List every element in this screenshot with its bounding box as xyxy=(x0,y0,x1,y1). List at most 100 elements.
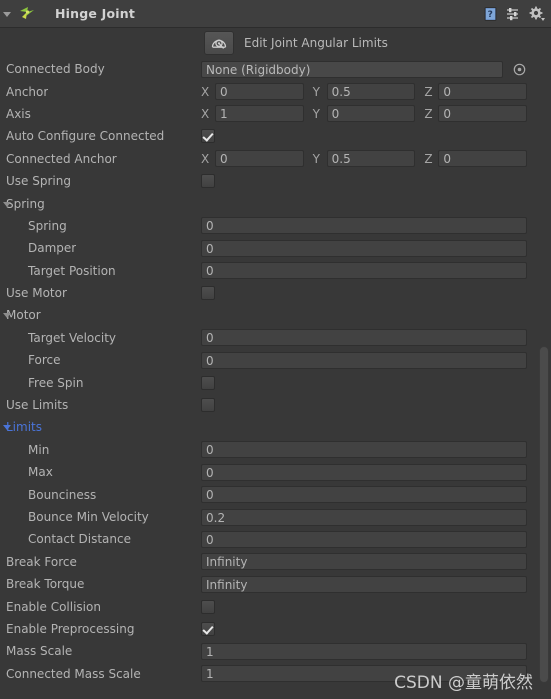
motor-free-spin-label: Free Spin xyxy=(28,375,84,390)
anchor-z-axis-label: Z xyxy=(424,84,433,99)
row-limits-bounce-min-velocity: Bounce Min Velocity 0.2 xyxy=(0,506,551,528)
motor-foldout-icon[interactable] xyxy=(3,310,13,320)
row-motor-free-spin: Free Spin xyxy=(0,371,551,393)
limits-max-label: Max xyxy=(28,465,53,480)
break-torque-label: Break Torque xyxy=(6,577,85,592)
connected-mass-scale-label: Connected Mass Scale xyxy=(6,666,141,681)
limits-contact-distance-label: Contact Distance xyxy=(28,532,131,547)
axis-vector3: X 1 Y 0 Z 0 xyxy=(201,105,528,123)
motor-target-velocity-input[interactable]: 0 xyxy=(201,329,527,347)
motor-force-label: Force xyxy=(28,353,61,368)
row-connected-body: Connected Body None (Rigidbody) xyxy=(0,58,551,80)
use-limits-checkbox[interactable] xyxy=(201,398,215,413)
mass-scale-input[interactable]: 1 xyxy=(201,642,527,660)
object-picker-icon[interactable] xyxy=(511,61,527,77)
row-use-motor: Use Motor xyxy=(0,282,551,304)
limits-bounciness-label: Bounciness xyxy=(28,487,97,502)
component-header[interactable]: Hinge Joint ? xyxy=(0,0,551,28)
connected-body-label: Connected Body xyxy=(6,62,105,77)
row-limits-min: Min 0 xyxy=(0,439,551,461)
edit-joint-angular-limits-button[interactable] xyxy=(204,31,234,55)
anchor-label: Anchor xyxy=(6,84,49,99)
anchor-x-axis-label: X xyxy=(201,84,210,99)
row-spring-spring: Spring 0 xyxy=(0,215,551,237)
anchor-x-input[interactable]: 0 xyxy=(215,83,304,101)
use-limits-label: Use Limits xyxy=(6,398,69,413)
motor-target-velocity-label: Target Velocity xyxy=(28,330,117,345)
help-icon[interactable]: ? xyxy=(483,6,499,22)
row-anchor: Anchor X 0 Y 0.5 Z 0 xyxy=(0,80,551,102)
row-auto-configure-connected: Auto Configure Connected xyxy=(0,125,551,147)
spring-spring-label: Spring xyxy=(28,218,67,233)
connected-anchor-x-axis-label: X xyxy=(201,151,210,166)
spring-damper-label: Damper xyxy=(28,241,77,256)
hinge-joint-icon xyxy=(17,5,37,23)
connected-anchor-label: Connected Anchor xyxy=(6,151,117,166)
section-spring-header[interactable]: Spring xyxy=(0,192,551,214)
limits-bounce-min-velocity-input[interactable]: 0.2 xyxy=(201,508,527,526)
row-break-torque: Break Torque Infinity xyxy=(0,573,551,595)
use-motor-checkbox[interactable] xyxy=(201,286,215,301)
anchor-y-input[interactable]: 0.5 xyxy=(326,83,416,101)
row-motor-target-velocity: Target Velocity 0 xyxy=(0,327,551,349)
mass-scale-label: Mass Scale xyxy=(6,644,73,659)
connected-anchor-y-input[interactable]: 0.5 xyxy=(326,150,416,168)
row-limits-contact-distance: Contact Distance 0 xyxy=(0,528,551,550)
axis-label: Axis xyxy=(6,106,31,121)
connected-anchor-z-axis-label: Z xyxy=(424,151,433,166)
row-limits-max: Max 0 xyxy=(0,461,551,483)
axis-z-axis-label: Z xyxy=(424,106,433,121)
header-icon-group: ? xyxy=(483,6,545,22)
limits-min-input[interactable]: 0 xyxy=(201,441,527,459)
row-spring-damper: Damper 0 xyxy=(0,237,551,259)
limits-bounciness-input[interactable]: 0 xyxy=(201,486,527,504)
section-motor-header[interactable]: Motor xyxy=(0,304,551,326)
limits-foldout-icon[interactable] xyxy=(3,422,13,432)
break-force-input[interactable]: Infinity xyxy=(201,553,527,571)
connected-mass-scale-input[interactable]: 1 xyxy=(201,665,527,683)
use-motor-label: Use Motor xyxy=(6,286,67,301)
motor-force-input[interactable]: 0 xyxy=(201,351,527,369)
enable-collision-checkbox[interactable] xyxy=(201,599,215,614)
limits-min-label: Min xyxy=(28,442,50,457)
spring-target-position-label: Target Position xyxy=(28,263,116,278)
connected-anchor-z-input[interactable]: 0 xyxy=(438,150,528,168)
spring-spring-input[interactable]: 0 xyxy=(201,217,527,235)
limits-max-input[interactable]: 0 xyxy=(201,463,527,481)
limits-bounce-min-velocity-label: Bounce Min Velocity xyxy=(28,510,149,524)
spring-damper-input[interactable]: 0 xyxy=(201,239,527,257)
connected-body-field[interactable]: None (Rigidbody) xyxy=(201,60,503,78)
row-use-spring: Use Spring xyxy=(0,170,551,192)
edit-tool-row: Edit Joint Angular Limits xyxy=(0,28,551,58)
connected-anchor-vector3: X 0 Y 0.5 Z 0 xyxy=(201,150,528,168)
row-spring-target-position: Target Position 0 xyxy=(0,260,551,282)
anchor-y-axis-label: Y xyxy=(312,84,321,99)
limits-contact-distance-input[interactable]: 0 xyxy=(201,530,527,548)
enable-collision-label: Enable Collision xyxy=(6,599,101,614)
enable-preprocessing-checkbox[interactable] xyxy=(201,621,215,636)
spring-foldout-icon[interactable] xyxy=(3,199,13,209)
spring-target-position-input[interactable]: 0 xyxy=(201,262,527,280)
axis-z-input[interactable]: 0 xyxy=(438,105,528,123)
preset-icon[interactable] xyxy=(506,6,522,22)
break-torque-input[interactable]: Infinity xyxy=(201,575,527,593)
page-title: Hinge Joint xyxy=(55,6,136,21)
row-connected-anchor: Connected Anchor X 0 Y 0.5 Z 0 xyxy=(0,148,551,170)
edit-tool-label: Edit Joint Angular Limits xyxy=(244,36,388,50)
vertical-scrollbar-track[interactable] xyxy=(537,28,551,699)
vertical-scrollbar-thumb[interactable] xyxy=(539,346,549,683)
connected-anchor-x-input[interactable]: 0 xyxy=(215,150,304,168)
auto-configure-connected-checkbox[interactable] xyxy=(201,129,215,144)
axis-x-input[interactable]: 1 xyxy=(215,105,304,123)
use-spring-checkbox[interactable] xyxy=(201,174,215,189)
auto-configure-connected-label: Auto Configure Connected xyxy=(6,129,165,144)
row-break-force: Break Force Infinity xyxy=(0,551,551,573)
motor-free-spin-checkbox[interactable] xyxy=(201,375,215,390)
axis-y-input[interactable]: 0 xyxy=(326,105,416,123)
component-foldout-icon[interactable] xyxy=(2,8,14,20)
settings-gear-icon[interactable] xyxy=(529,6,545,22)
anchor-z-input[interactable]: 0 xyxy=(438,83,528,101)
row-mass-scale: Mass Scale 1 xyxy=(0,640,551,662)
axis-x-axis-label: X xyxy=(201,106,210,121)
section-limits-header[interactable]: Limits xyxy=(0,416,551,438)
